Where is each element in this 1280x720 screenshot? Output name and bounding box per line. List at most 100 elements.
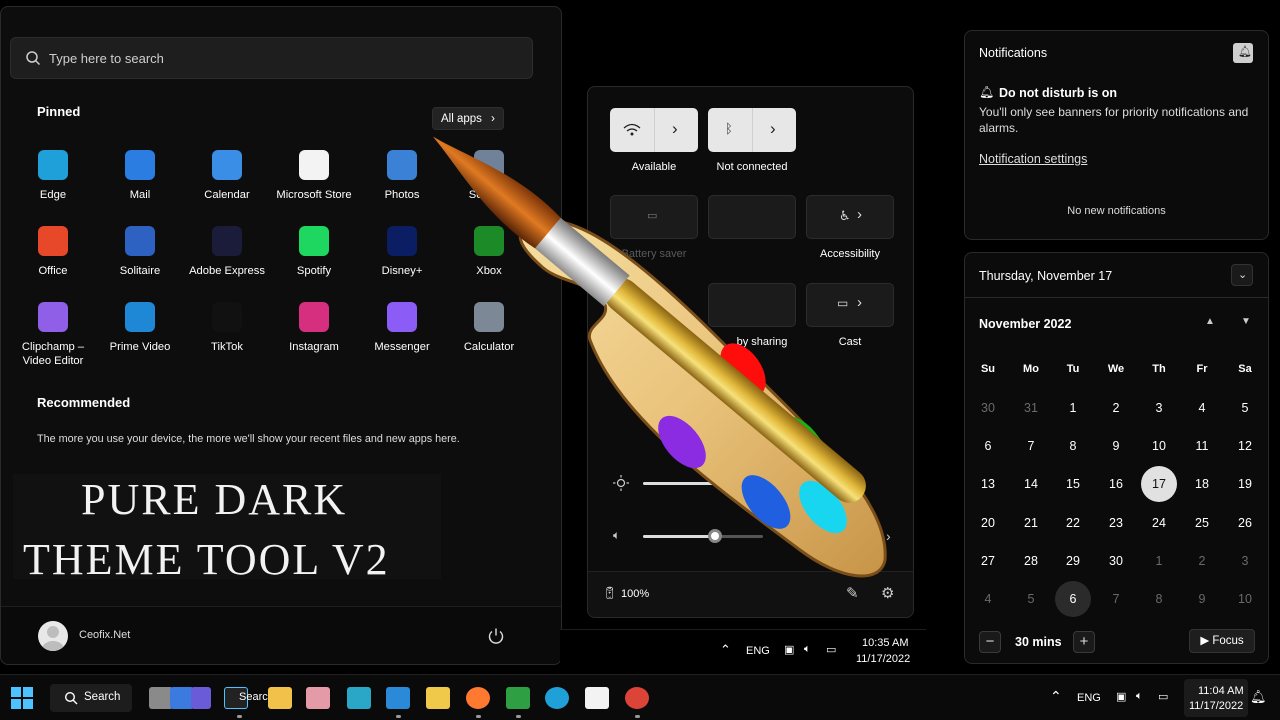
calendar-day[interactable]: 6 [970,428,1006,464]
calendar-day[interactable]: 25 [1184,505,1220,541]
pinned-app-calendar[interactable]: Calendar [182,150,272,220]
calendar-day[interactable]: 4 [970,581,1006,617]
calendar-day[interactable]: 10 [1141,428,1177,464]
app-label: Edge [39,189,67,201]
previous-month-button[interactable]: ▲ [1205,316,1215,327]
chevron-up-icon[interactable]: ⌃ [720,642,731,658]
calendar-day[interactable]: 8 [1141,581,1177,617]
focus-button[interactable]: ▶ Focus [1189,629,1255,653]
tray-time[interactable]: 10:35 AM [862,637,908,649]
battery-icon[interactable]: ▭ [826,643,836,656]
calendar-day[interactable]: 16 [1098,466,1134,502]
edge-icon[interactable] [545,687,569,709]
calendar-day[interactable]: 23 [1098,505,1134,541]
calendar-day[interactable]: 8 [1055,428,1091,464]
battery-icon[interactable]: ▭ [1158,690,1168,703]
volume-icon[interactable]: 🔈︎ [1136,690,1143,703]
firefox-icon[interactable] [466,687,490,709]
pinned-app-spotify[interactable]: Spotify [269,226,359,296]
pinned-app-tiktok[interactable]: TikTok [182,302,272,372]
power-icon[interactable] [487,627,505,645]
app-icon[interactable] [306,687,330,709]
calendar-day[interactable]: 22 [1055,505,1091,541]
increase-focus-button[interactable]: + [1073,631,1095,653]
photos-icon [387,150,417,180]
calendar-day[interactable]: 3 [1141,390,1177,426]
calendar-day[interactable]: 1 [1055,390,1091,426]
calendar-day[interactable]: 30 [970,390,1006,426]
calendar-day[interactable]: 5 [1227,390,1263,426]
calendar-day[interactable]: 18 [1184,466,1220,502]
avatar[interactable] [38,621,68,651]
calendar-day[interactable]: 15 [1055,466,1091,502]
calendar-day[interactable]: 11 [1184,428,1220,464]
calendar-day[interactable]: 9 [1098,428,1134,464]
store-icon[interactable] [585,687,609,709]
tray-date[interactable]: 11/17/2022 [856,653,910,665]
calendar-day[interactable]: 26 [1227,505,1263,541]
pinned-app-prime-video[interactable]: Prime Video [95,302,185,372]
calendar-collapse-button[interactable]: ⌄ [1231,264,1253,286]
calendar-day[interactable]: 12 [1227,428,1263,464]
language-indicator[interactable]: ENG [1077,692,1101,704]
calendar-day[interactable]: 2 [1098,390,1134,426]
taskbar-search-button[interactable]: Search [50,684,132,712]
calendar-day[interactable]: 17 [1141,466,1177,503]
notification-settings-link[interactable]: Notification settings [979,152,1087,166]
calendar-day[interactable]: 20 [970,505,1006,541]
calendar-day[interactable]: 27 [970,543,1006,579]
decrease-focus-button[interactable]: − [979,631,1001,653]
pinned-app-cards[interactable]: Solitaire [95,226,185,296]
calendar-day[interactable]: 28 [1013,543,1049,579]
pinned-app-store[interactable]: Microsoft Store [269,150,359,220]
calendar-day[interactable]: 24 [1141,505,1177,541]
do-not-disturb-toggle[interactable]: 🔔︎ [1233,43,1253,63]
calendar-day[interactable]: 14 [1013,466,1049,502]
calendar-day[interactable]: 1 [1141,543,1177,579]
calendar-day[interactable]: 5 [1013,581,1049,617]
calendar-day[interactable]: 31 [1013,390,1049,426]
teams-chat-icon[interactable] [191,687,211,709]
calendar-day[interactable]: 29 [1055,543,1091,579]
calendar-month-title: November 2022 [979,317,1072,331]
app-icon[interactable] [347,687,371,709]
pinned-app-adobe-express[interactable]: Adobe Express [182,226,272,296]
app-icon[interactable] [386,687,410,709]
notification-bell-icon[interactable]: 🔔︎ [1250,689,1267,705]
windows-start-icon[interactable] [11,687,33,709]
next-month-button[interactable]: ▼ [1241,316,1251,327]
pinned-app-instagram[interactable]: Instagram [269,302,359,372]
calendar-day[interactable]: 2 [1184,543,1220,579]
calendar-day[interactable]: 7 [1098,581,1134,617]
calendar-day[interactable]: 4 [1184,390,1220,426]
calendar-day[interactable]: 21 [1013,505,1049,541]
app-icon[interactable] [426,687,450,709]
calendar-day[interactable]: 7 [1013,428,1049,464]
username[interactable]: Ceofix.Net [79,629,130,641]
weekday-header: Tu [1066,363,1080,375]
clock-button[interactable]: 11:04 AM 11/17/2022 [1184,679,1248,717]
calendar-day[interactable]: 9 [1184,581,1220,617]
volume-icon[interactable]: 🔈︎ [804,643,811,656]
chevron-up-icon[interactable]: ⌃ [1050,688,1062,705]
calendar-day[interactable]: 13 [970,466,1006,502]
app-label: Adobe Express [189,265,265,277]
chrome-icon[interactable] [625,687,649,709]
pinned-app-office[interactable]: Office [8,226,98,296]
calendar-day[interactable]: 19 [1227,466,1263,502]
calendar-day[interactable]: 30 [1098,543,1134,579]
file-explorer-icon[interactable] [268,687,292,709]
pinned-app-edge[interactable]: Edge [8,150,98,220]
calendar-day[interactable]: 10 [1227,581,1263,617]
network-icon[interactable]: ▣ [784,643,794,656]
pinned-app-mail[interactable]: Mail [95,150,185,220]
user-icon [42,626,64,651]
language-indicator[interactable]: ENG [746,645,770,657]
app-icon[interactable] [506,687,530,709]
calendar-day[interactable]: 3 [1227,543,1263,579]
pinned-app-clipchamp[interactable]: Clipchamp – Video Editor [8,302,98,372]
network-icon[interactable]: ▣ [1116,690,1126,703]
notifications-panel: Notifications 🔔︎ 🔔︎ Do not disturb is on… [964,30,1269,240]
calendar-day[interactable]: 6 [1055,581,1091,617]
search-app-icon[interactable]: Search [224,687,274,709]
